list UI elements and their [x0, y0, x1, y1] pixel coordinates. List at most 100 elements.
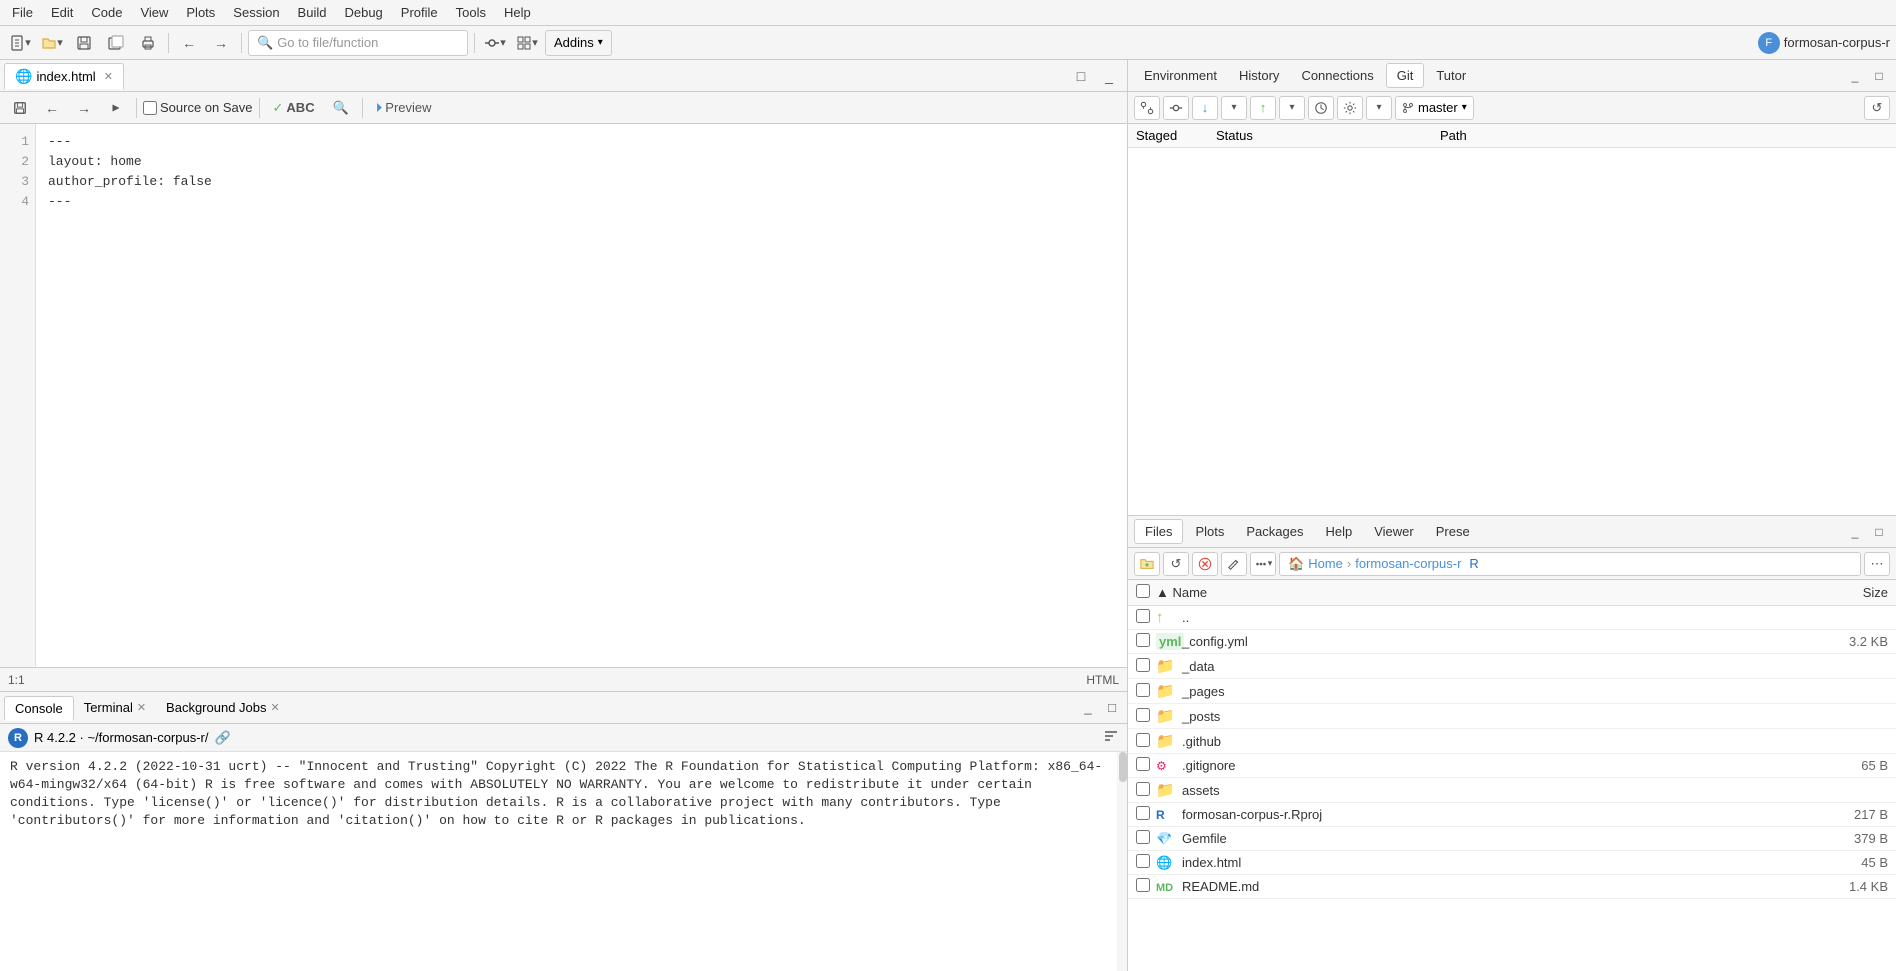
list-item[interactable]: 📁 .github [1128, 729, 1896, 754]
goto-file-button[interactable]: 🔍 Go to file/function [248, 30, 468, 56]
save-all-button[interactable] [102, 30, 130, 56]
git-commit-icon-button[interactable] [1163, 96, 1189, 120]
editor-forward-btn[interactable]: → [70, 95, 98, 121]
files-select-all-checkbox[interactable] [1136, 584, 1150, 598]
git-commit-button[interactable]: ▾ [481, 30, 509, 56]
list-item[interactable]: R formosan-corpus-r.Rproj 217 B [1128, 803, 1896, 827]
file-checkbox[interactable] [1136, 609, 1150, 623]
menu-file[interactable]: File [4, 3, 41, 22]
breadcrumb-home-label[interactable]: Home [1308, 556, 1343, 571]
file-checkbox[interactable] [1136, 633, 1150, 647]
new-file-button[interactable]: ▾ [6, 30, 34, 56]
tab-viewer[interactable]: Viewer [1364, 520, 1424, 543]
git-refresh-button[interactable]: ↺ [1864, 96, 1890, 120]
git-pull-button[interactable]: ↓ [1192, 96, 1218, 120]
menu-build[interactable]: Build [290, 3, 335, 22]
editor-back-btn[interactable]: ← [38, 95, 66, 121]
bg-jobs-tab-close-icon[interactable]: ✕ [271, 701, 280, 714]
list-item[interactable]: 💎 Gemfile 379 B [1128, 827, 1896, 851]
files-rename-button[interactable] [1221, 552, 1247, 576]
menu-view[interactable]: View [132, 3, 176, 22]
editor-minimize-button[interactable]: _ [1095, 63, 1123, 89]
file-checkbox[interactable] [1136, 757, 1150, 771]
files-more-button[interactable]: ▾ [1250, 552, 1276, 576]
console-tab-background-jobs[interactable]: Background Jobs ✕ [156, 696, 290, 719]
files-options-button[interactable]: ⋯ [1864, 552, 1890, 576]
file-checkbox[interactable] [1136, 683, 1150, 697]
console-output[interactable]: R version 4.2.2 (2022-10-31 ucrt) -- "In… [0, 752, 1117, 971]
file-checkbox[interactable] [1136, 782, 1150, 796]
back-button[interactable]: ← [175, 30, 203, 56]
file-checkbox[interactable] [1136, 658, 1150, 672]
file-checkbox[interactable] [1136, 830, 1150, 844]
code-editor[interactable]: --- layout: home author_profile: false -… [36, 124, 1127, 667]
preview-button[interactable]: ⏵ Preview [369, 96, 439, 120]
git-history-button[interactable] [1308, 96, 1334, 120]
list-item[interactable]: 📁 _posts [1128, 704, 1896, 729]
link-icon[interactable]: 🔗 [214, 730, 230, 746]
tab-packages[interactable]: Packages [1236, 520, 1313, 543]
tab-prese[interactable]: Prese [1426, 520, 1480, 543]
list-item[interactable]: 📁 assets [1128, 778, 1896, 803]
right-top-maximize-button[interactable]: □ [1868, 65, 1890, 87]
list-item[interactable]: MD README.md 1.4 KB [1128, 875, 1896, 899]
list-item[interactable]: 📁 _pages [1128, 679, 1896, 704]
breadcrumb-home-icon[interactable]: 🏠 [1288, 556, 1304, 572]
clear-console-button[interactable] [1103, 728, 1119, 747]
save-button[interactable] [70, 30, 98, 56]
menu-edit[interactable]: Edit [43, 3, 81, 22]
right-top-minimize-button[interactable]: _ [1844, 65, 1866, 87]
list-item[interactable]: ⚙ .gitignore 65 B [1128, 754, 1896, 778]
file-checkbox[interactable] [1136, 806, 1150, 820]
open-file-button[interactable]: ▾ [38, 30, 66, 56]
git-push-more-button[interactable]: ▾ [1279, 96, 1305, 120]
grid-layout-button[interactable]: ▾ [513, 30, 541, 56]
console-tab-terminal[interactable]: Terminal ✕ [74, 696, 156, 719]
git-pull-more-button[interactable]: ▾ [1221, 96, 1247, 120]
editor-tab-close-icon[interactable]: ✕ [104, 70, 113, 83]
forward-button[interactable]: → [207, 30, 235, 56]
git-more-settings-button[interactable]: ▾ [1366, 96, 1392, 120]
addins-button[interactable]: Addins ▾ [545, 30, 612, 56]
files-size-header[interactable]: Size [1808, 585, 1888, 600]
list-item[interactable]: 🌐 index.html 45 B [1128, 851, 1896, 875]
menu-tools[interactable]: Tools [448, 3, 494, 22]
menu-plots[interactable]: Plots [178, 3, 223, 22]
console-maximize-button[interactable]: □ [1101, 698, 1123, 718]
list-item[interactable]: 📁 _data [1128, 654, 1896, 679]
list-item[interactable]: ↑ .. [1128, 606, 1896, 630]
git-branch-dropdown[interactable]: master ▾ [1395, 96, 1474, 120]
list-item[interactable]: yml _config.yml 3.2 KB [1128, 630, 1896, 654]
terminal-tab-close-icon[interactable]: ✕ [137, 701, 146, 714]
file-checkbox[interactable] [1136, 854, 1150, 868]
check-spell-button[interactable]: ✓ ABC [266, 96, 322, 120]
print-button[interactable] [134, 30, 162, 56]
right-bottom-maximize-button[interactable]: □ [1868, 521, 1890, 543]
menu-code[interactable]: Code [83, 3, 130, 22]
console-scrollbar[interactable] [1117, 752, 1127, 971]
editor-tab-index-html[interactable]: 🌐 index.html ✕ [4, 63, 124, 89]
tab-plots[interactable]: Plots [1185, 520, 1234, 543]
tab-tutor[interactable]: Tutor [1426, 64, 1476, 87]
git-diff-button[interactable] [1134, 96, 1160, 120]
file-checkbox[interactable] [1136, 733, 1150, 747]
right-bottom-minimize-button[interactable]: _ [1844, 521, 1866, 543]
menu-help[interactable]: Help [496, 3, 539, 22]
tab-history[interactable]: History [1229, 64, 1289, 87]
tab-files[interactable]: Files [1134, 519, 1183, 544]
source-on-save-checkbox[interactable]: Source on Save [143, 100, 253, 115]
menu-debug[interactable]: Debug [336, 3, 390, 22]
git-settings-button[interactable] [1337, 96, 1363, 120]
menu-session[interactable]: Session [225, 3, 287, 22]
file-checkbox[interactable] [1136, 708, 1150, 722]
git-push-button[interactable]: ↑ [1250, 96, 1276, 120]
files-delete-button[interactable] [1192, 552, 1218, 576]
files-name-header[interactable]: ▲ Name [1156, 585, 1808, 600]
file-checkbox[interactable] [1136, 878, 1150, 892]
editor-save-btn[interactable] [6, 95, 34, 121]
tab-git[interactable]: Git [1386, 63, 1425, 88]
tab-help[interactable]: Help [1315, 520, 1362, 543]
tab-environment[interactable]: Environment [1134, 64, 1227, 87]
files-new-folder-button[interactable] [1134, 552, 1160, 576]
menu-profile[interactable]: Profile [393, 3, 446, 22]
